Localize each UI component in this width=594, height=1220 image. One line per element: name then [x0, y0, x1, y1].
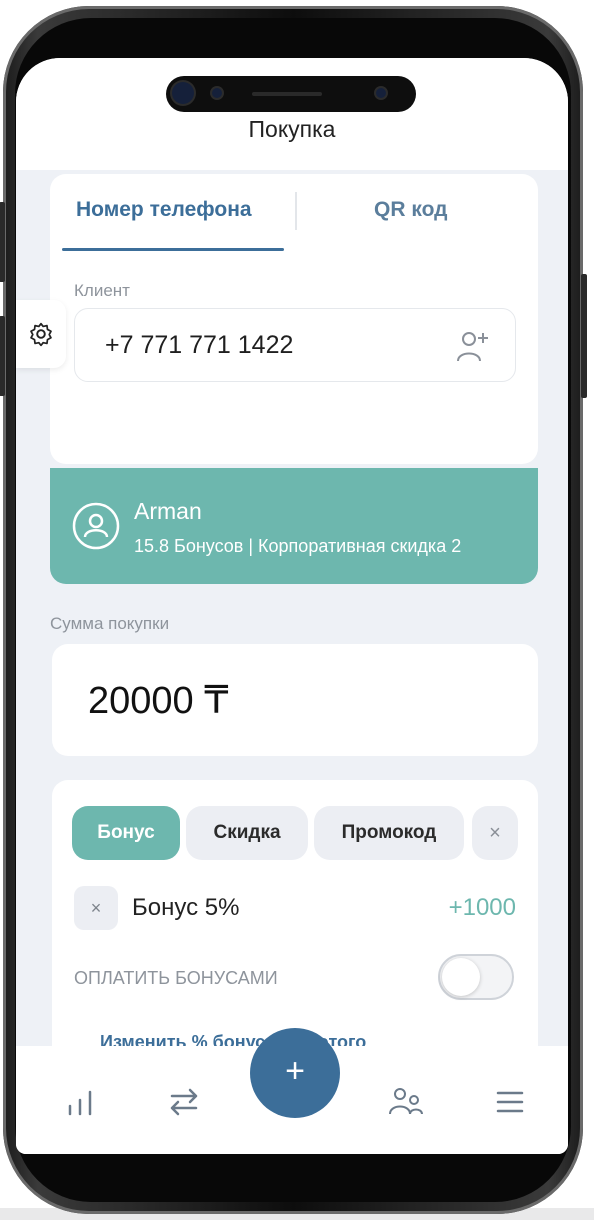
promo-code-chip[interactable]: Промокод — [314, 806, 464, 860]
discount-chip[interactable]: Скидка — [186, 806, 308, 860]
bonus-percent-label: Бонус 5% — [132, 894, 240, 921]
active-tab-indicator — [62, 248, 284, 251]
client-search-card: Номер телефона QR код Клиент +7 771 771 … — [50, 174, 538, 464]
client-name: Arman — [134, 498, 202, 524]
tab-divider — [295, 192, 297, 230]
chart-icon[interactable] — [60, 1084, 100, 1120]
speaker-grille — [252, 92, 322, 96]
client-label: Клиент — [74, 281, 130, 300]
main-content: Номер телефона QR код Клиент +7 771 771 … — [16, 170, 568, 1110]
pay-with-bonuses-label: ОПЛАТИТЬ БОНУСАМИ — [74, 968, 278, 988]
page-title: Покупка — [248, 116, 336, 142]
phone-input-value[interactable]: +7 771 771 1422 — [105, 331, 293, 360]
sensor-dot — [212, 88, 222, 98]
volume-down-button — [0, 316, 5, 396]
close-icon[interactable]: × — [472, 806, 518, 860]
bottom-nav: + — [16, 1028, 568, 1154]
purchase-amount-value[interactable]: 20000 ₸ — [88, 678, 228, 723]
tab-phone-number[interactable]: Номер телефона — [76, 198, 252, 222]
header: Покупка — [16, 58, 568, 170]
bonus-amount: +1000 — [448, 894, 516, 921]
client-bonus-info: 15.8 Бонусов | Корпоративная скидка 2 — [134, 536, 462, 556]
purchase-amount-card[interactable]: 20000 ₸ — [52, 644, 538, 756]
tab-qr-code[interactable]: QR код — [374, 198, 447, 222]
volume-up-button — [0, 202, 5, 282]
gear-icon — [30, 322, 52, 347]
sensor-dot — [376, 88, 386, 98]
pay-with-bonuses-toggle[interactable] — [438, 954, 514, 1000]
front-camera — [172, 82, 194, 104]
app-screen: Покупка Номер телефона QR код Клиент +7 … — [16, 58, 568, 1154]
power-button — [581, 274, 587, 398]
camera-notch — [166, 76, 416, 112]
toggle-knob — [442, 958, 480, 996]
bonus-chip[interactable]: Бонус — [72, 806, 180, 860]
client-info-banner[interactable]: Arman 15.8 Бонусов | Корпоративная скидк… — [50, 468, 538, 584]
add-button[interactable]: + — [250, 1028, 340, 1118]
users-icon[interactable] — [386, 1084, 426, 1120]
add-user-icon[interactable] — [455, 329, 491, 363]
phone-input[interactable]: +7 771 771 1422 — [74, 308, 516, 382]
purchase-amount-label: Сумма покупки — [50, 614, 170, 633]
settings-button[interactable] — [16, 300, 66, 368]
user-avatar-icon — [72, 502, 120, 550]
transfer-icon[interactable] — [164, 1084, 204, 1120]
menu-icon[interactable] — [490, 1084, 530, 1120]
remove-bonus-icon[interactable]: × — [74, 886, 118, 930]
